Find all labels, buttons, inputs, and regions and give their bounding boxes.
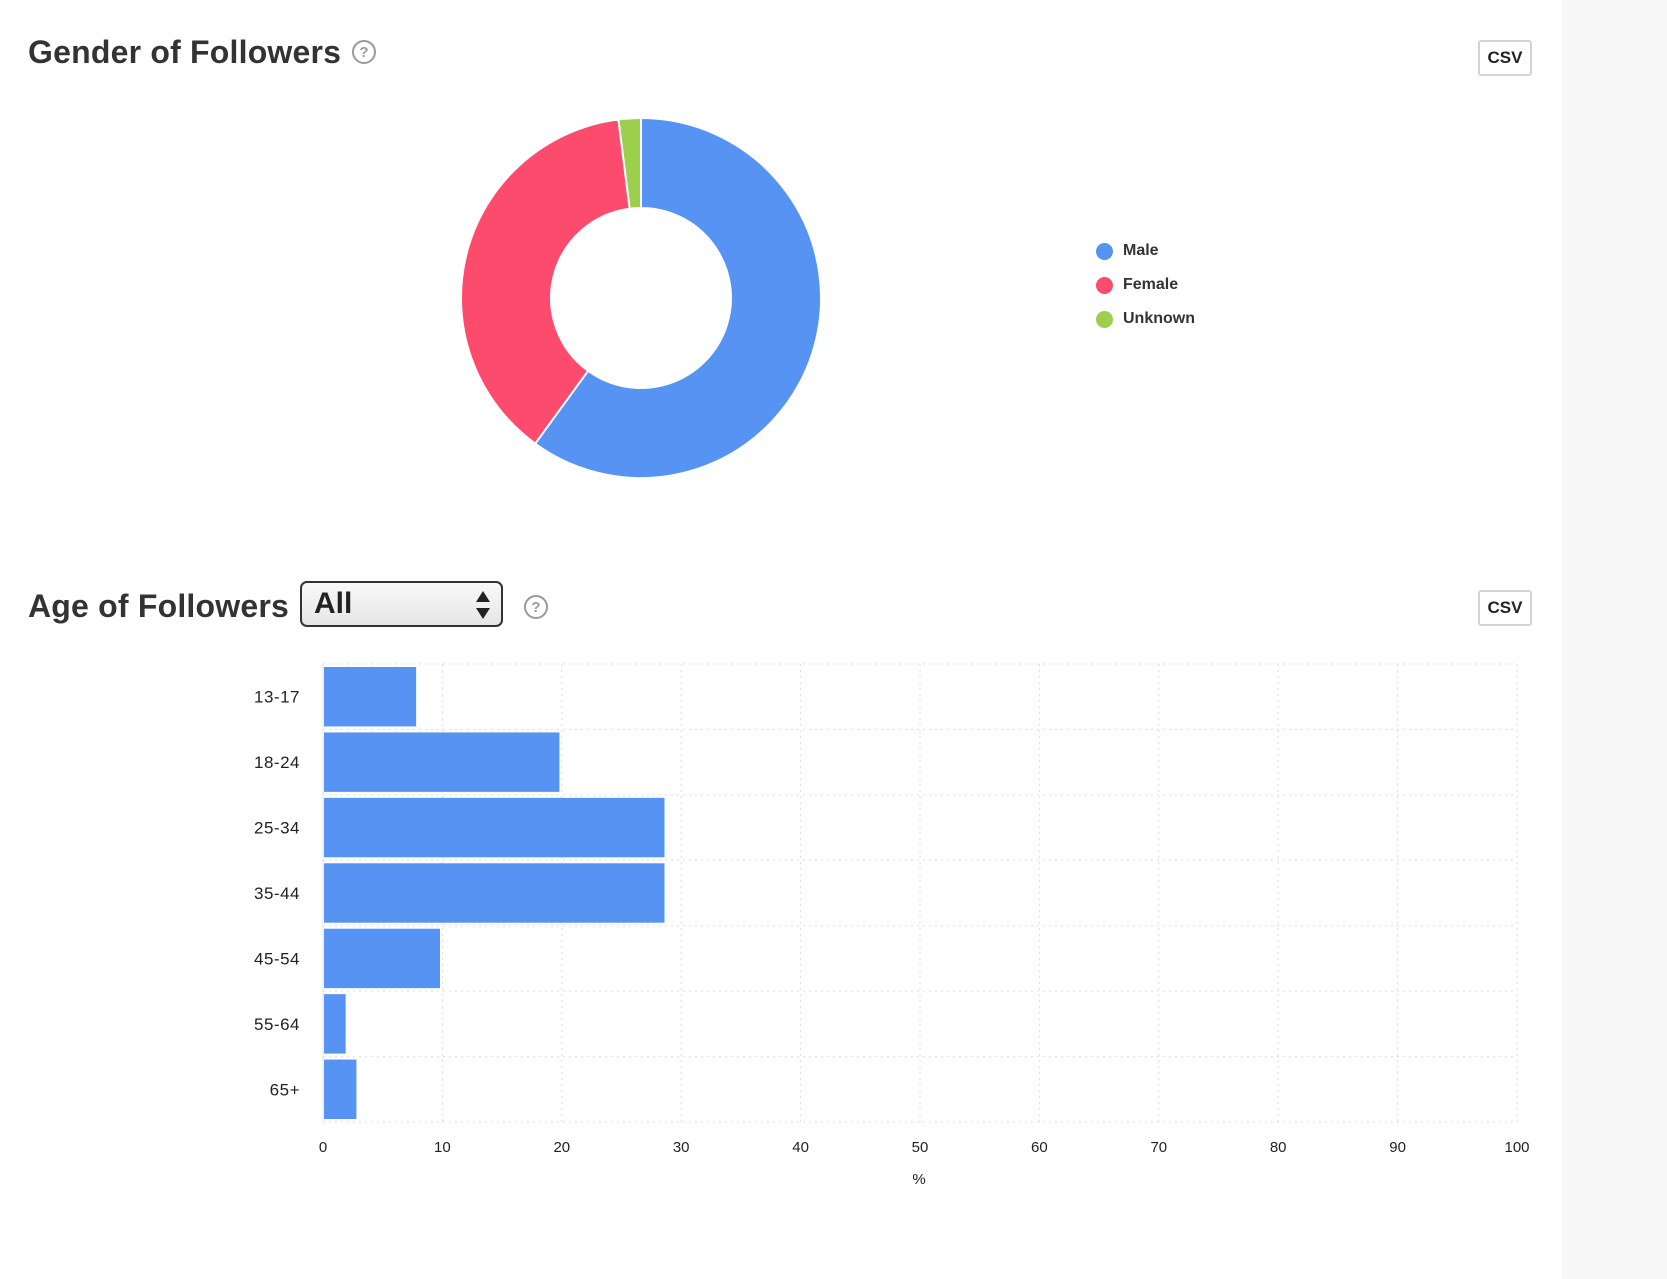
x-tick-label: 40 bbox=[792, 1139, 809, 1156]
bar-13-17[interactable] bbox=[324, 667, 417, 727]
gender-legend: Male Female Unknown bbox=[1096, 234, 1195, 336]
x-tick-label: 10 bbox=[434, 1139, 451, 1156]
age-filter-select[interactable]: All bbox=[300, 581, 503, 627]
x-tick-label: 30 bbox=[673, 1139, 690, 1156]
x-tick-label: 90 bbox=[1389, 1139, 1406, 1156]
x-tick-label: 50 bbox=[912, 1139, 929, 1156]
right-gutter bbox=[1562, 0, 1667, 1279]
content-panel: Gender of Followers ? CSV Male Female Un… bbox=[0, 0, 1562, 1279]
legend-label-male: Male bbox=[1123, 242, 1159, 259]
legend-item-female[interactable]: Female bbox=[1096, 268, 1195, 302]
bar-35-44[interactable] bbox=[324, 863, 665, 923]
age-filter-value: All bbox=[314, 587, 353, 620]
help-icon-glyph: ? bbox=[359, 43, 369, 61]
bar-18-24[interactable] bbox=[324, 732, 560, 792]
legend-dot-unknown bbox=[1096, 310, 1113, 328]
legend-dot-female bbox=[1096, 276, 1113, 294]
help-icon[interactable]: ? bbox=[352, 40, 376, 64]
gender-csv-button[interactable]: CSV bbox=[1478, 40, 1532, 76]
y-tick-label: 55-64 bbox=[254, 1015, 300, 1034]
legend-label-female: Female bbox=[1123, 276, 1179, 293]
bar-45-54[interactable] bbox=[324, 928, 441, 989]
legend-item-unknown[interactable]: Unknown bbox=[1096, 302, 1195, 336]
y-tick-label: 65+ bbox=[270, 1080, 300, 1099]
help-icon[interactable]: ? bbox=[524, 595, 548, 619]
x-tick-label: 60 bbox=[1031, 1139, 1048, 1156]
y-tick-label: 45-54 bbox=[254, 949, 300, 968]
bar-65+[interactable] bbox=[324, 1059, 357, 1119]
x-tick-label: 0 bbox=[319, 1139, 327, 1156]
age-bar-chart: 0 10 20 30 40 50 60 70 80 90 100 13-17 18-24 25-34 35-… bbox=[254, 663, 1530, 1188]
select-arrows-icon bbox=[476, 591, 490, 619]
legend-item-male[interactable]: Male bbox=[1096, 234, 1195, 268]
x-tick-label: 80 bbox=[1270, 1139, 1287, 1156]
legend-dot-male bbox=[1096, 242, 1113, 260]
legend-label-unknown: Unknown bbox=[1123, 310, 1195, 327]
gender-donut-chart bbox=[460, 116, 822, 479]
y-tick-label: 13-17 bbox=[254, 688, 300, 707]
y-tick-label: 35-44 bbox=[254, 884, 300, 903]
bar-55-64[interactable] bbox=[324, 994, 346, 1054]
x-tick-label: 100 bbox=[1504, 1139, 1529, 1156]
x-tick-label: 20 bbox=[553, 1139, 570, 1156]
bar-25-34[interactable] bbox=[324, 797, 665, 858]
help-icon-glyph: ? bbox=[531, 598, 541, 616]
age-section-title: Age of Followers bbox=[28, 588, 289, 624]
y-tick-label: 25-34 bbox=[254, 819, 300, 838]
gender-section-title: Gender of Followers bbox=[28, 34, 342, 70]
x-axis-label: % bbox=[912, 1171, 925, 1188]
age-csv-button[interactable]: CSV bbox=[1478, 590, 1532, 626]
y-tick-label: 18-24 bbox=[254, 753, 300, 772]
x-tick-label: 70 bbox=[1150, 1139, 1167, 1156]
